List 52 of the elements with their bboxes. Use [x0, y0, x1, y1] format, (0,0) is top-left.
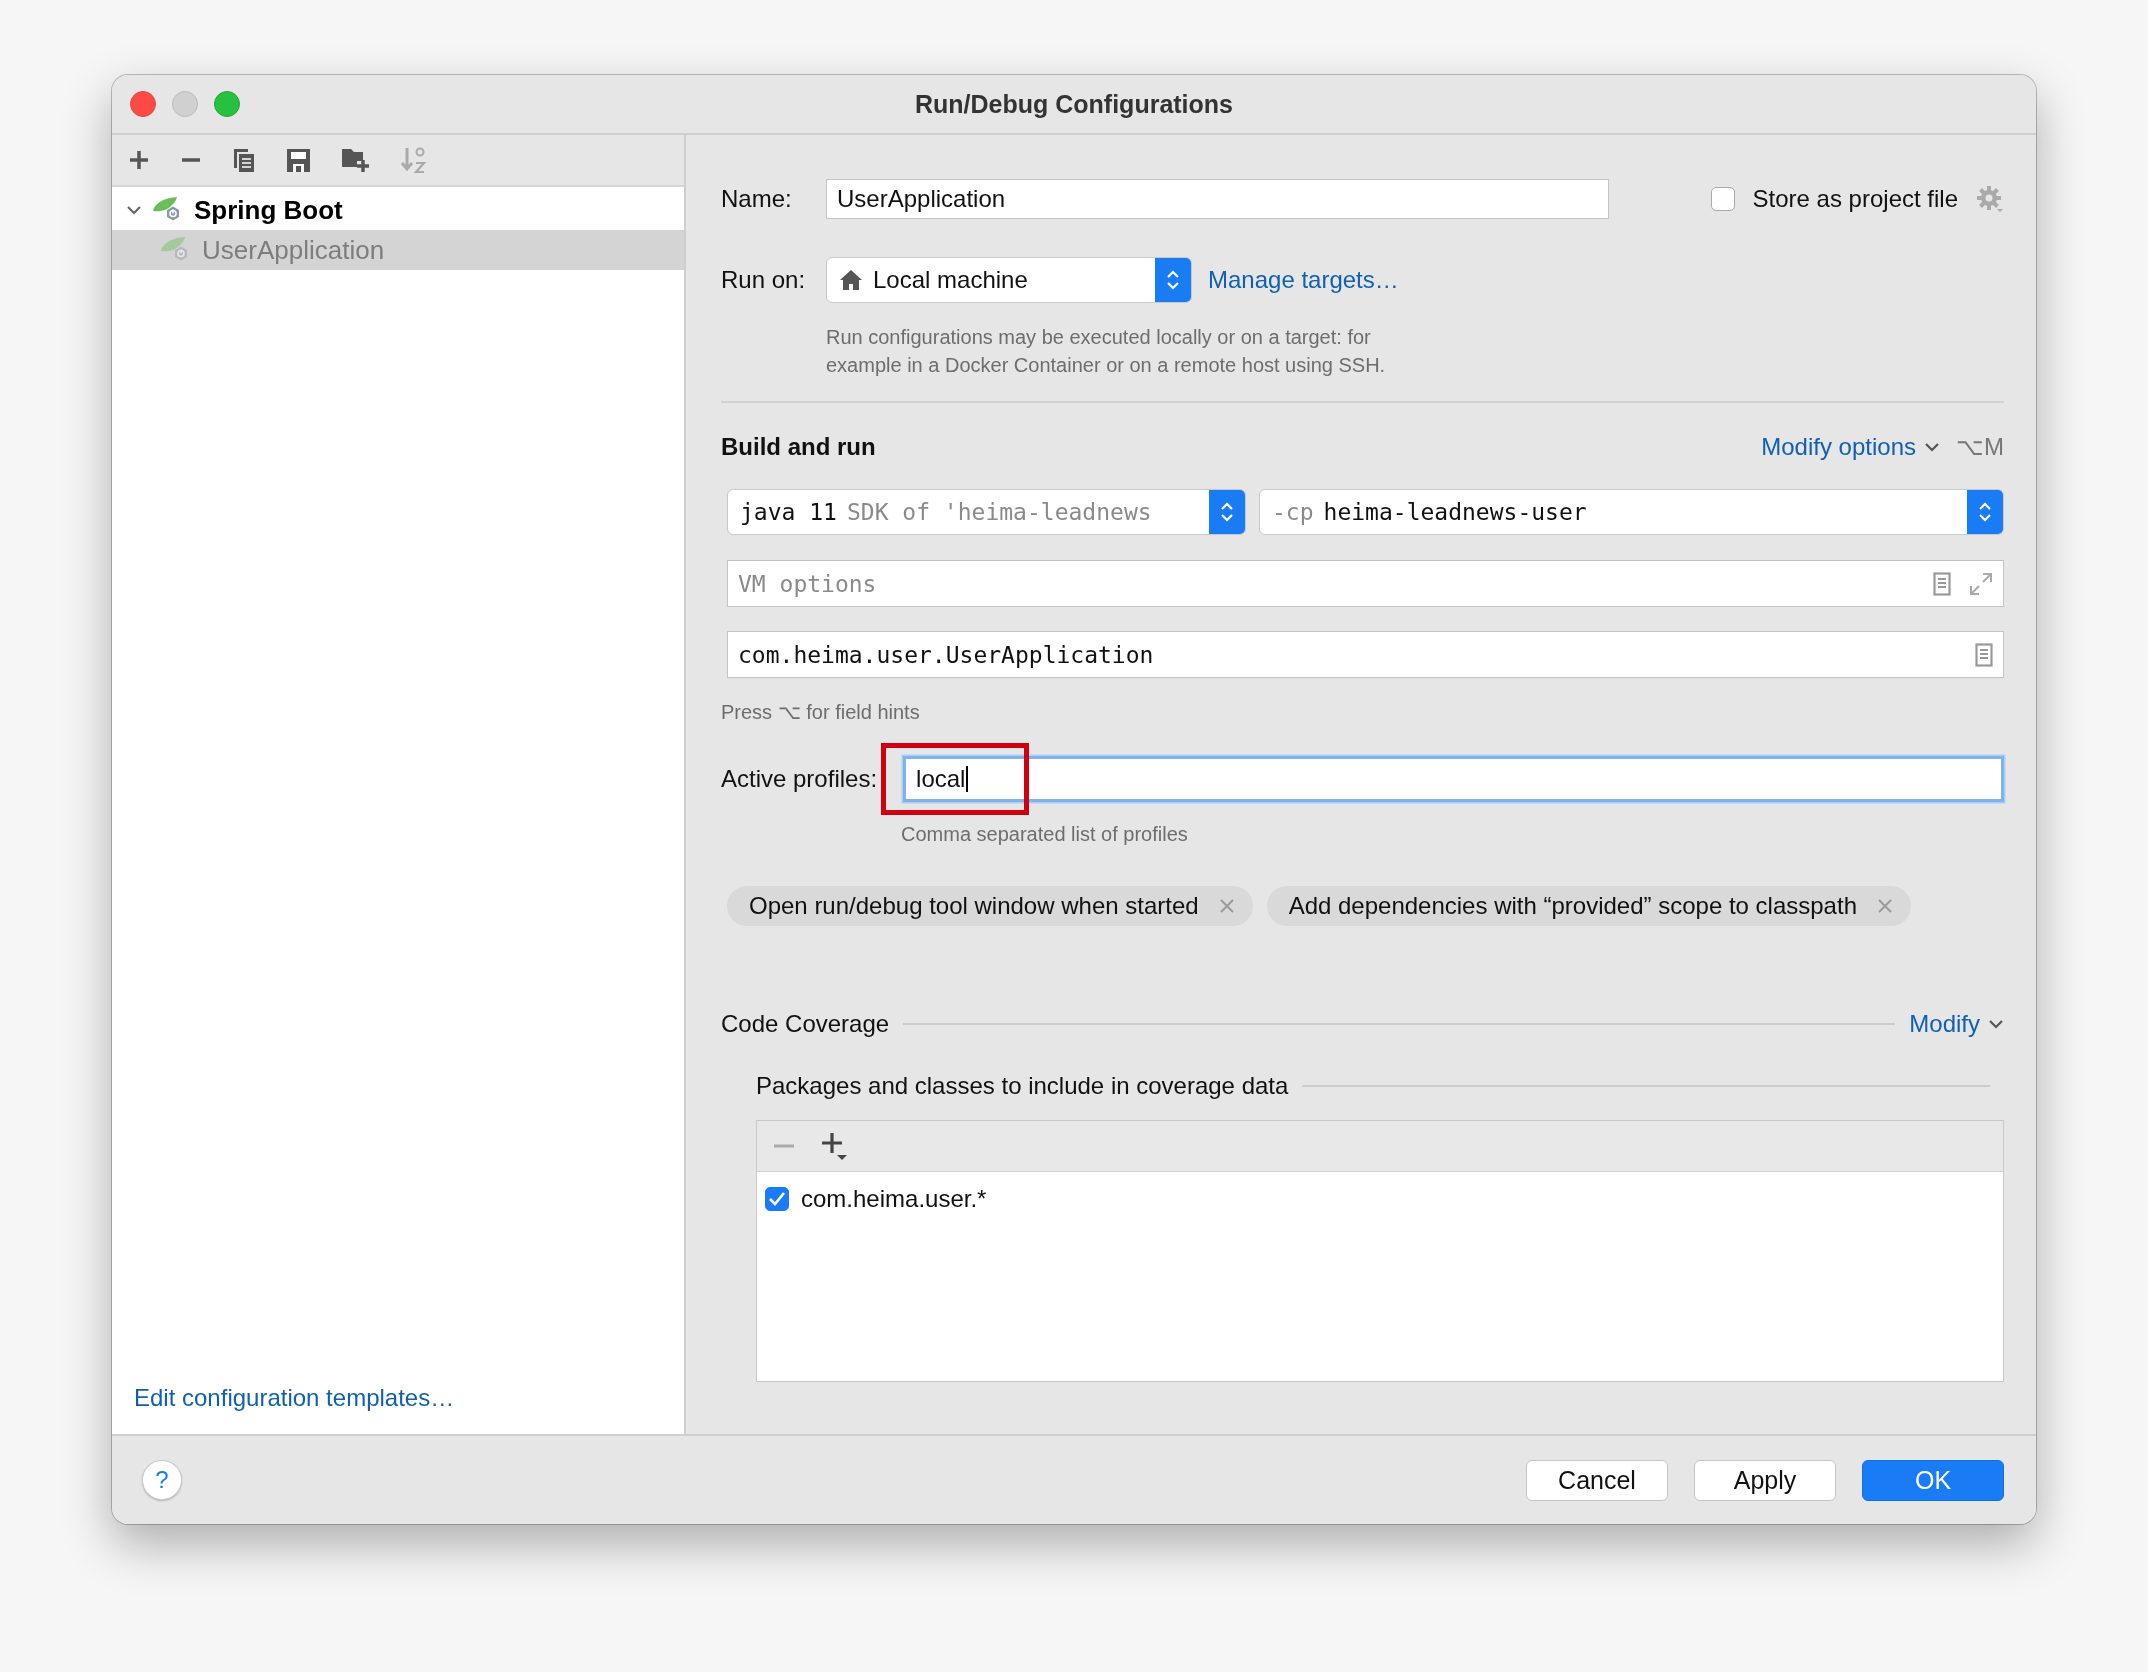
field-label: Active profiles:	[721, 765, 878, 793]
checkbox[interactable]	[765, 1187, 789, 1211]
dialog-button[interactable]: OK	[1862, 1459, 2004, 1501]
hint-text: example in a Docker Container or on a remote host using SSH.	[826, 353, 1387, 378]
updown-icon[interactable]	[1978, 500, 1992, 524]
active-profiles-field[interactable]: local	[903, 756, 2004, 802]
folder-add-icon[interactable]	[341, 147, 370, 173]
dialog-button[interactable]: Apply	[1694, 1459, 1836, 1501]
document-icon[interactable]	[1975, 642, 1993, 667]
classpath-dropdown[interactable]: -cp heima-leadnews-user	[1259, 489, 2004, 535]
chevron-down-icon[interactable]	[1988, 1018, 2004, 1030]
manage-targets-link[interactable]: Manage targets…	[1208, 266, 1399, 294]
dialog-button[interactable]: Cancel	[1526, 1459, 1668, 1501]
field-label: Name:	[721, 185, 793, 213]
close-window-button[interactable]	[130, 91, 156, 117]
list-item[interactable]: com.heima.user.*	[801, 1185, 987, 1213]
window-title: Run/Debug Configurations	[915, 89, 1233, 118]
zoom-window-button[interactable]	[214, 91, 240, 117]
chevron-down-icon[interactable]	[126, 204, 142, 216]
checkbox-label: Store as project file	[1752, 185, 1958, 213]
close-icon[interactable]	[1218, 898, 1235, 914]
save-icon[interactable]	[286, 147, 311, 173]
chevron-down-icon[interactable]	[1924, 441, 1940, 453]
name-field[interactable]: UserApplication	[826, 179, 1609, 219]
tree-item[interactable]: Spring Boot	[112, 190, 684, 230]
section-title: Code Coverage	[721, 1010, 890, 1038]
hint-text: Press ⌥ for field hints	[721, 700, 921, 725]
checkbox[interactable]	[1710, 187, 1735, 211]
option-tag: Open run/debug tool window when started	[727, 886, 1253, 926]
updown-icon[interactable]	[1166, 268, 1180, 292]
option-tag: Add dependencies with “provided” scope to classpath	[1266, 886, 1911, 926]
modify-link[interactable]: Modify	[1909, 1010, 1980, 1038]
copy-icon[interactable]	[232, 147, 256, 173]
shortcut-text: ⌥M	[1956, 433, 2004, 461]
expand-icon[interactable]	[1969, 571, 1993, 596]
edit-templates-link[interactable]: Edit configuration templates…	[134, 1384, 455, 1411]
close-icon[interactable]	[1877, 898, 1893, 914]
document-icon[interactable]	[1933, 571, 1951, 596]
add-icon[interactable]	[128, 149, 150, 171]
updown-icon[interactable]	[1220, 500, 1234, 524]
hint-text: Run configurations may be executed locally or on a target: for	[826, 325, 1372, 350]
field-label: Run on:	[721, 266, 807, 294]
run-on-dropdown[interactable]: Local machine	[826, 257, 1192, 303]
subsection-title: Packages and classes to include in coverage data	[756, 1072, 1289, 1100]
home-icon	[839, 269, 863, 291]
modify-options-link[interactable]: Modify options	[1761, 433, 1916, 461]
help-button[interactable]: ?	[142, 1460, 182, 1500]
jdk-dropdown[interactable]: java 11 SDK of 'heima-leadnews	[727, 489, 1246, 535]
main-class-field[interactable]: com.heima.user.UserApplication	[727, 631, 2004, 678]
add-dropdown-icon[interactable]	[821, 1131, 849, 1161]
hint-text: Comma separated list of profiles	[901, 822, 1189, 847]
section-title: Build and run	[721, 433, 876, 461]
